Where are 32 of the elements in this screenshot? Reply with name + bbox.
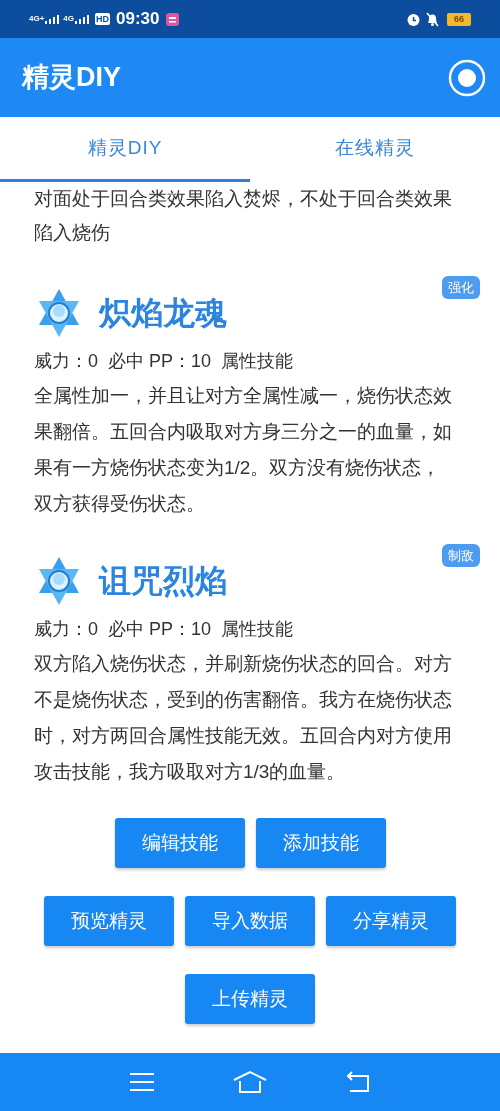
back-icon[interactable] [346,1071,371,1093]
home-icon[interactable] [233,1070,267,1094]
network-label: 4G [63,14,74,23]
network-label: 4G+ [29,14,45,23]
action-button[interactable]: 编辑技能 [114,818,245,868]
action-button[interactable]: 分享精灵 [326,896,456,946]
action-button[interactable]: 上传精灵 [185,974,315,1024]
skill-stats: 威力：0 必中 PP：10 属性技能 [34,350,295,373]
battery-indicator: 66 [447,12,471,26]
tab[interactable]: 在线精灵 [250,117,500,182]
skill-tag: 强化 [442,276,480,299]
muted-bell-icon [425,11,440,27]
skill-description: 全属性加一，并且让对方全属性减一，烧伤状态效果翻倍。五回合内吸取对方身三分之一的血量，如果有一方烧伤状态变为1/2。双方没有烧伤状态，双方获得受伤状态。 [34,384,453,516]
app-notification-icon [165,12,179,26]
action-button[interactable]: 添加技能 [255,818,386,868]
skill-name: 炽焰龙魂 [99,294,227,333]
skill-name: 诅咒烈焰 [99,562,227,601]
tab[interactable]: 精灵DIY [0,117,250,182]
action-button[interactable]: 导入数据 [185,896,315,946]
skill-description: 双方陷入烧伤状态，并刷新烧伤状态的回合。对方不是烧伤状态，受到的伤害翻倍。我方在烧伤状态时，对方两回合属性技能无效。五回合内对方使用攻击技能，我方吸取对方1/3的血量。 [34,652,453,784]
intro-paragraph: 对面处于回合类效果陷入焚烬，不处于回合类效果陷入烧伤 [34,187,453,245]
clock-time: 09:30 [116,8,160,31]
action-button[interactable]: 预览精灵 [44,896,174,946]
hd-badge: HD [95,13,110,25]
skill-tag: 制敌 [442,544,480,567]
record-button-icon[interactable] [448,58,486,97]
signal-icon [75,14,89,24]
skill-stats: 威力：0 必中 PP：10 属性技能 [34,618,295,641]
app-title: 精灵DIY [22,61,122,95]
alarm-clock-icon [406,11,421,27]
signal-icon [45,14,60,24]
menu-icon[interactable] [129,1072,154,1092]
